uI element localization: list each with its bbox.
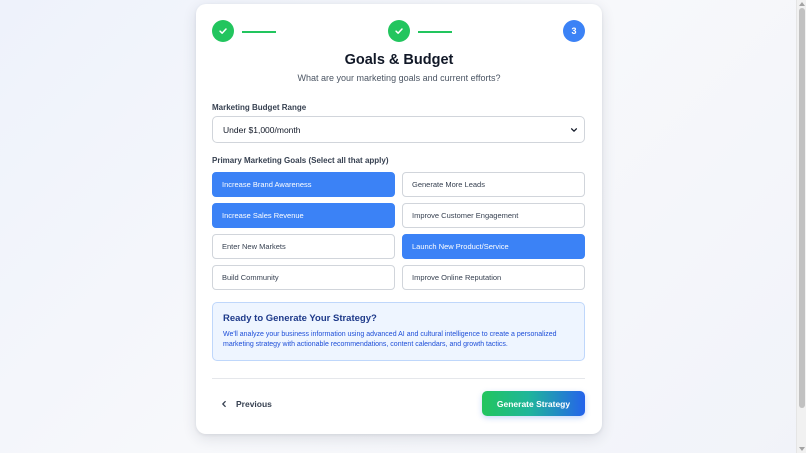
progress-stepper: 3 xyxy=(212,20,585,44)
budget-select-value: Under $1,000/month xyxy=(223,124,301,135)
check-icon xyxy=(395,28,403,34)
goal-option-new-markets[interactable]: Enter New Markets xyxy=(212,234,395,259)
previous-button[interactable]: Previous xyxy=(220,391,290,416)
goal-option-online-reputation[interactable]: Improve Online Reputation xyxy=(402,265,585,290)
goal-option-label: Increase Sales Revenue xyxy=(222,211,304,220)
goal-option-more-leads[interactable]: Generate More Leads xyxy=(402,172,585,197)
step-connector xyxy=(418,31,452,33)
scroll-up-arrow-icon[interactable] xyxy=(799,2,805,6)
budget-label: Marketing Budget Range xyxy=(212,103,307,112)
page-scrollbar[interactable] xyxy=(796,0,806,453)
goal-option-sales-revenue[interactable]: Increase Sales Revenue xyxy=(212,203,395,228)
goals-label: Primary Marketing Goals (Select all that… xyxy=(212,156,389,165)
goal-option-label: Enter New Markets xyxy=(222,242,286,251)
generate-strategy-button[interactable]: Generate Strategy xyxy=(482,391,585,416)
step-2-complete xyxy=(388,20,410,42)
goal-option-label: Launch New Product/Service xyxy=(412,242,509,251)
scroll-down-arrow-icon[interactable] xyxy=(799,447,805,451)
step-3-active: 3 xyxy=(563,20,585,42)
chevron-left-icon xyxy=(222,400,226,407)
strategy-info-box: Ready to Generate Your Strategy? We'll a… xyxy=(212,302,585,361)
wizard-card: 3 Goals & Budget What are your marketing… xyxy=(196,4,602,434)
goal-option-brand-awareness[interactable]: Increase Brand Awareness xyxy=(212,172,395,197)
goal-option-label: Increase Brand Awareness xyxy=(222,180,312,189)
goal-option-label: Generate More Leads xyxy=(412,180,485,189)
info-title: Ready to Generate Your Strategy? xyxy=(223,313,377,324)
step-connector xyxy=(242,31,276,33)
previous-button-label: Previous xyxy=(236,398,272,409)
step-1-complete xyxy=(212,20,234,42)
page-title: Goals & Budget xyxy=(344,52,454,68)
goal-option-label: Improve Online Reputation xyxy=(412,273,502,282)
footer-divider xyxy=(212,378,585,379)
goal-option-label: Build Community xyxy=(222,273,279,282)
goal-option-build-community[interactable]: Build Community xyxy=(212,265,395,290)
goal-option-label: Improve Customer Engagement xyxy=(412,211,519,220)
goal-option-customer-engagement[interactable]: Improve Customer Engagement xyxy=(402,203,585,228)
info-text: We'll analyze your business information … xyxy=(223,331,557,348)
generate-strategy-label: Generate Strategy xyxy=(496,398,571,409)
scrollbar-thumb[interactable] xyxy=(799,8,805,408)
goal-option-new-product[interactable]: Launch New Product/Service xyxy=(402,234,585,259)
budget-select[interactable]: Under $1,000/month xyxy=(212,116,585,143)
check-icon xyxy=(219,28,227,34)
chevron-down-icon xyxy=(570,128,578,132)
page-subtitle: What are your marketing goals and curren… xyxy=(297,73,501,83)
